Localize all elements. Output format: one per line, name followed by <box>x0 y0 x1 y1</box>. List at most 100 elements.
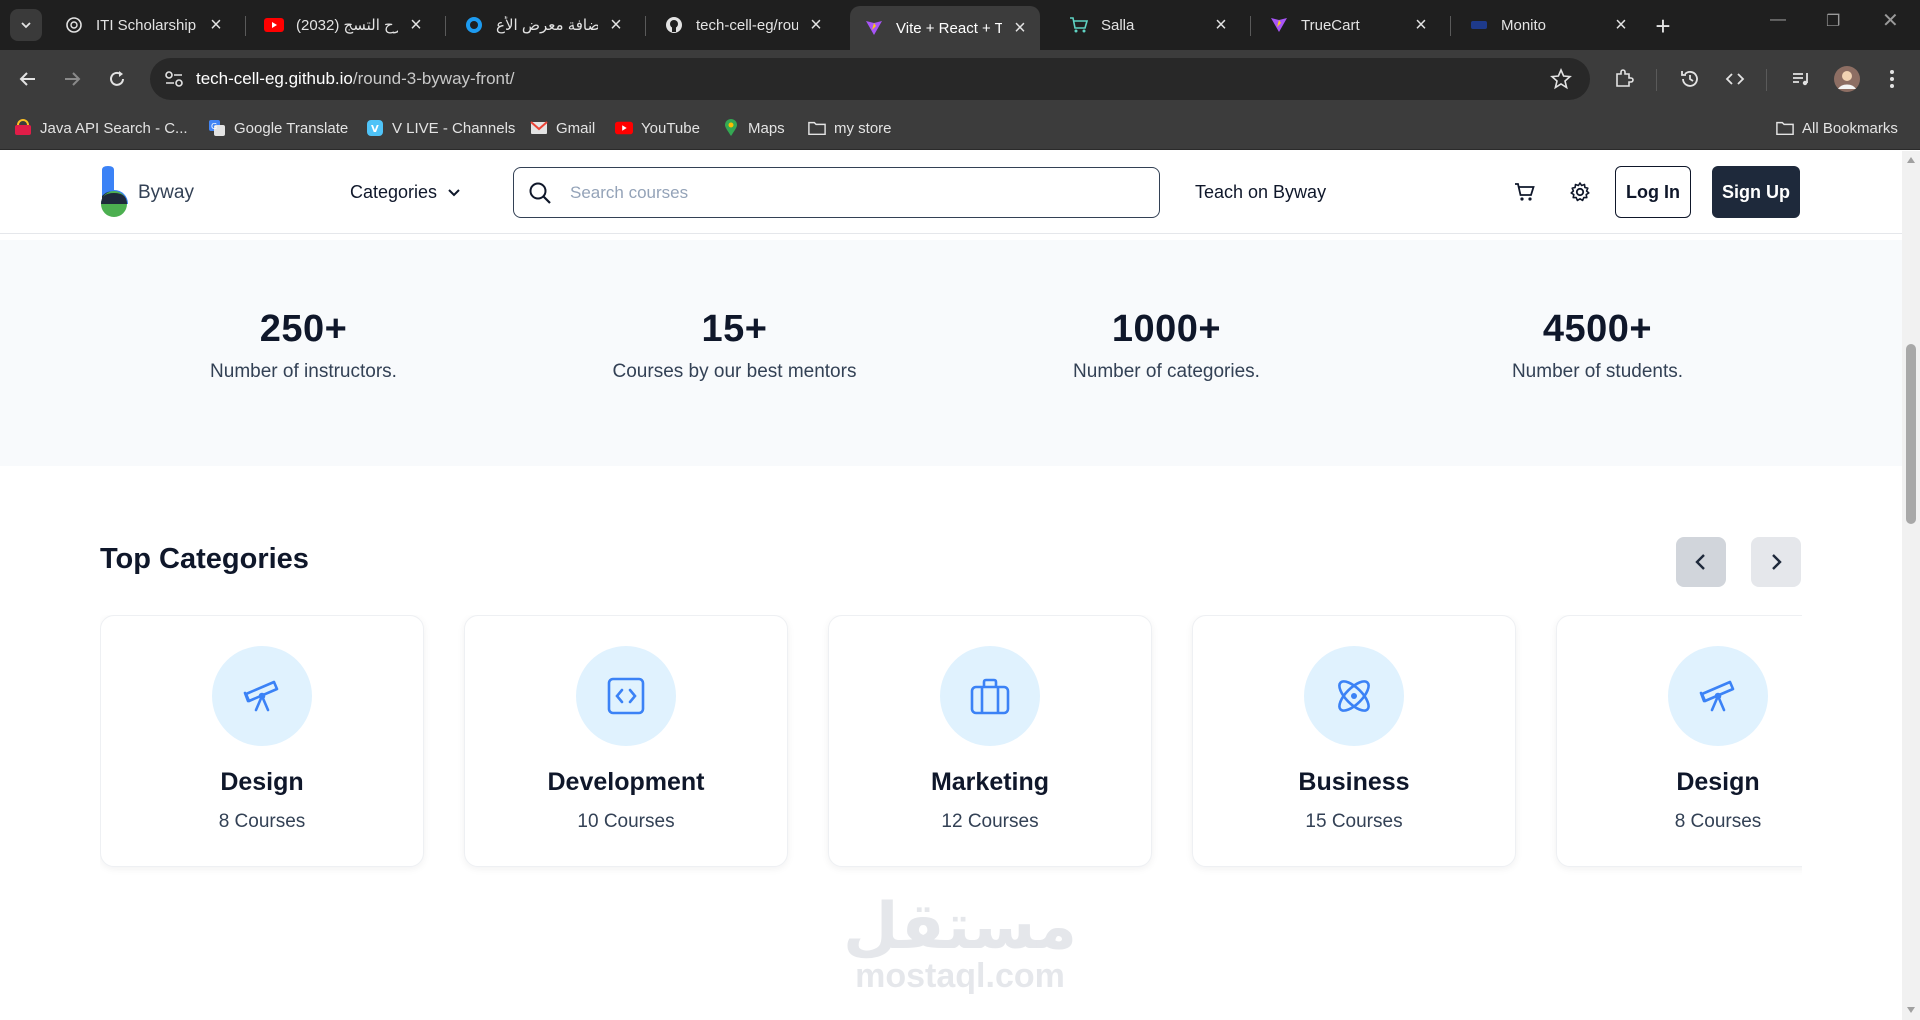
media-icon <box>1793 73 1808 86</box>
forward-button[interactable] <box>56 63 88 95</box>
tab-title: ITI Scholarship C <box>96 16 198 34</box>
all-bookmarks-button[interactable]: All Bookmarks <box>1776 119 1898 137</box>
bookmark-label: Google Translate <box>234 119 349 137</box>
watermark-arabic: مستقل <box>842 890 1078 962</box>
category-card-business[interactable]: Business 15 Courses <box>1192 615 1516 867</box>
reload-icon <box>110 71 124 86</box>
history-button[interactable] <box>1674 63 1706 95</box>
media-controls-button[interactable] <box>1785 63 1817 95</box>
tab-search-button[interactable] <box>10 9 42 41</box>
restore-icon[interactable]: ❐ <box>1826 11 1840 31</box>
cart-button[interactable] <box>1511 178 1539 206</box>
category-count: 8 Courses <box>1674 811 1762 832</box>
close-tab-icon[interactable]: × <box>1411 14 1431 37</box>
browser-tab[interactable]: tech-cell-eg/roun × <box>650 7 836 43</box>
minimize-icon[interactable]: — <box>1770 11 1786 29</box>
category-name: Development <box>547 768 705 796</box>
back-button[interactable] <box>12 63 44 95</box>
profile-avatar[interactable] <box>1831 63 1863 95</box>
close-tab-icon[interactable]: × <box>1211 14 1231 37</box>
close-window-icon[interactable]: ✕ <box>1882 8 1899 33</box>
course-search-box[interactable] <box>513 167 1160 218</box>
browser-tab[interactable]: Salla × <box>1055 7 1241 43</box>
stat-label: Number of students. <box>1511 361 1684 382</box>
youtube-icon <box>264 15 284 35</box>
new-tab-button[interactable]: + <box>1648 11 1678 41</box>
settings-button[interactable] <box>1566 178 1594 206</box>
bookmark-item[interactable]: V V LIVE - Channels <box>366 119 515 137</box>
category-icon-circle <box>1668 646 1768 746</box>
close-tab-icon[interactable]: × <box>1611 14 1631 37</box>
brand-name: Byway <box>138 182 194 203</box>
code-brackets-icon <box>1725 73 1745 85</box>
close-tab-icon[interactable]: × <box>206 14 226 37</box>
search-input[interactable] <box>570 180 1130 206</box>
stat-label: Number of instructors. <box>210 361 397 382</box>
java-icon <box>14 119 32 137</box>
close-tab-icon[interactable]: × <box>1010 17 1030 40</box>
github-icon <box>664 15 684 35</box>
bookmark-item[interactable]: G Google Translate <box>208 119 348 137</box>
site-info-icon[interactable] <box>164 70 184 88</box>
extensions-button[interactable] <box>1608 63 1640 95</box>
carousel-next-button[interactable] <box>1751 537 1801 587</box>
monito-icon <box>1469 15 1489 35</box>
maps-icon <box>722 119 740 137</box>
avatar-icon <box>1834 66 1860 92</box>
stat-value: 15+ <box>701 308 768 350</box>
scroll-up-icon[interactable] <box>1907 157 1915 163</box>
categories-dropdown[interactable]: Categories <box>350 182 461 203</box>
arrow-left-icon <box>19 72 35 86</box>
browser-tab[interactable]: Monito × <box>1455 7 1641 43</box>
close-tab-icon[interactable]: × <box>606 14 626 37</box>
browser-tab-active[interactable]: Vite + React + TS × <box>850 6 1040 50</box>
browser-tab[interactable]: TrueCart × <box>1255 7 1441 43</box>
category-card-design[interactable]: Design 8 Courses <box>1556 615 1802 867</box>
address-bar[interactable]: tech-cell-eg.github.io/round-3-byway-fro… <box>150 58 1590 100</box>
tab-divider <box>645 16 646 36</box>
teach-on-byway-link[interactable]: Teach on Byway <box>1195 182 1326 203</box>
gear-icon <box>1570 182 1590 202</box>
scroll-thumb[interactable] <box>1906 344 1916 524</box>
arrow-right-icon <box>65 72 81 86</box>
star-icon[interactable] <box>1550 68 1572 90</box>
bookmark-item[interactable]: Gmail <box>530 119 595 137</box>
browser-menu-button[interactable] <box>1876 63 1908 95</box>
vite-icon <box>1269 15 1289 35</box>
browser-tab[interactable]: إضافة معرض الأع × <box>450 7 636 43</box>
bookmark-item[interactable]: Maps <box>722 119 785 137</box>
bookmark-item[interactable]: YouTube <box>615 119 700 137</box>
category-card-design[interactable]: Design 8 Courses <box>100 615 424 867</box>
browser-tab[interactable]: (2032) شرح التسج × <box>250 7 436 43</box>
svg-text:V: V <box>371 124 379 135</box>
login-button[interactable]: Log In <box>1615 166 1691 218</box>
browser-tab[interactable]: ITI Scholarship C × <box>50 7 236 43</box>
categories-carousel: Design 8 Courses Development 10 Courses … <box>100 615 1802 875</box>
stat-value: 4500+ <box>1542 308 1653 350</box>
category-card-development[interactable]: Development 10 Courses <box>464 615 788 867</box>
puzzle-icon <box>1616 69 1634 87</box>
browser-tab-bar: ITI Scholarship C × (2032) شرح التسج × إ… <box>0 0 1920 50</box>
reload-button[interactable] <box>101 63 133 95</box>
bookmark-item[interactable]: Java API Search - C... <box>14 119 188 137</box>
devtools-button[interactable] <box>1719 63 1751 95</box>
scroll-down-icon[interactable] <box>1907 1007 1915 1013</box>
signup-button[interactable]: Sign Up <box>1712 166 1800 218</box>
category-card-marketing[interactable]: Marketing 12 Courses <box>828 615 1152 867</box>
tab-title: tech-cell-eg/roun <box>696 16 798 34</box>
close-tab-icon[interactable]: × <box>406 14 426 37</box>
bookmark-folder[interactable]: my store <box>808 119 892 137</box>
telescope-icon <box>243 680 279 712</box>
close-tab-icon[interactable]: × <box>806 14 826 37</box>
page-scrollbar[interactable] <box>1902 151 1920 1020</box>
byway-logo-icon <box>101 166 128 217</box>
tab-title: Monito <box>1501 16 1547 34</box>
svg-text:G: G <box>211 122 217 131</box>
tab-title: إضافة معرض الأع <box>496 17 598 34</box>
carousel-prev-button[interactable] <box>1676 537 1726 587</box>
bookmark-label: Java API Search - C... <box>40 119 188 137</box>
tab-divider <box>245 16 246 36</box>
category-name: Marketing <box>930 768 1050 796</box>
category-name: Design <box>1676 768 1760 796</box>
byway-logo[interactable] <box>100 166 128 218</box>
